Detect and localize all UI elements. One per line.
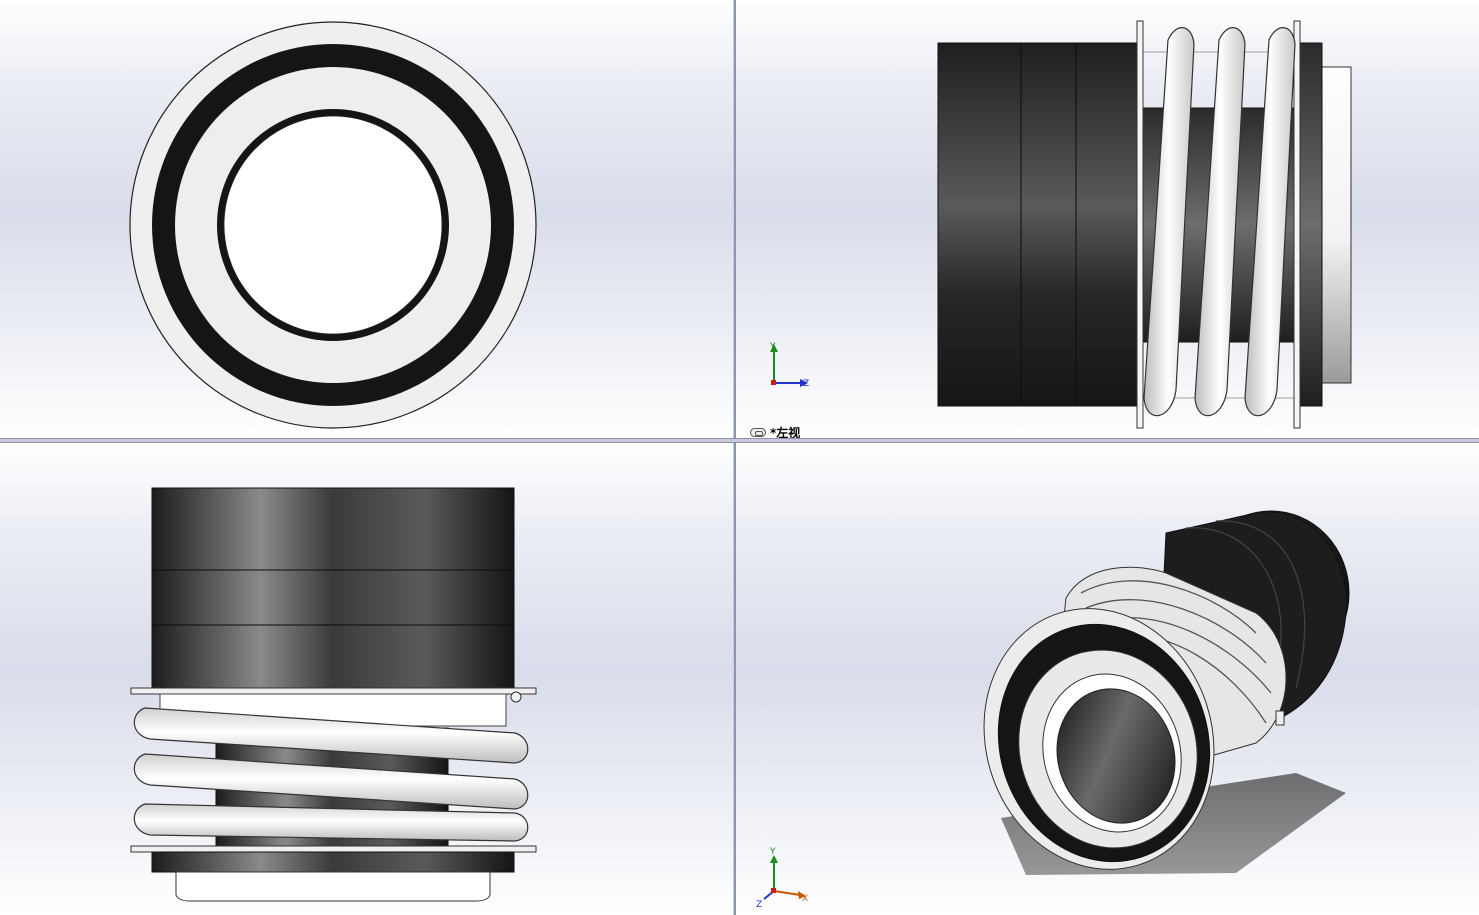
iso-axis-z-label: Z: [756, 900, 762, 910]
viewport-left[interactable]: Y Z *左视: [736, 0, 1479, 438]
left-view-model: Y Z: [769, 20, 1352, 429]
spring-coils-top: [133, 707, 529, 842]
viewport-isometric[interactable]: Y X Z: [736, 443, 1479, 915]
viewport-front[interactable]: [0, 0, 733, 438]
axis-z-label: Z: [803, 379, 809, 389]
isometric-view-model: Y X Z: [756, 510, 1350, 910]
link-view-icon[interactable]: [750, 428, 766, 437]
view-name-text: *左视: [770, 426, 801, 438]
view-name-label[interactable]: *左视: [750, 424, 800, 438]
viewport-horizontal-splitter[interactable]: [0, 438, 1479, 443]
viewport-vertical-splitter[interactable]: [733, 0, 736, 915]
top-view-model: [130, 487, 537, 902]
axis-triad-iso: [763, 855, 806, 900]
axis-y-label: Y: [769, 342, 776, 352]
spring-coils: [1143, 27, 1296, 417]
viewport-top[interactable]: [0, 443, 733, 915]
iso-axis-y-label: Y: [769, 847, 776, 857]
front-view-model: [129, 21, 537, 429]
iso-axis-x-label: X: [802, 894, 808, 904]
